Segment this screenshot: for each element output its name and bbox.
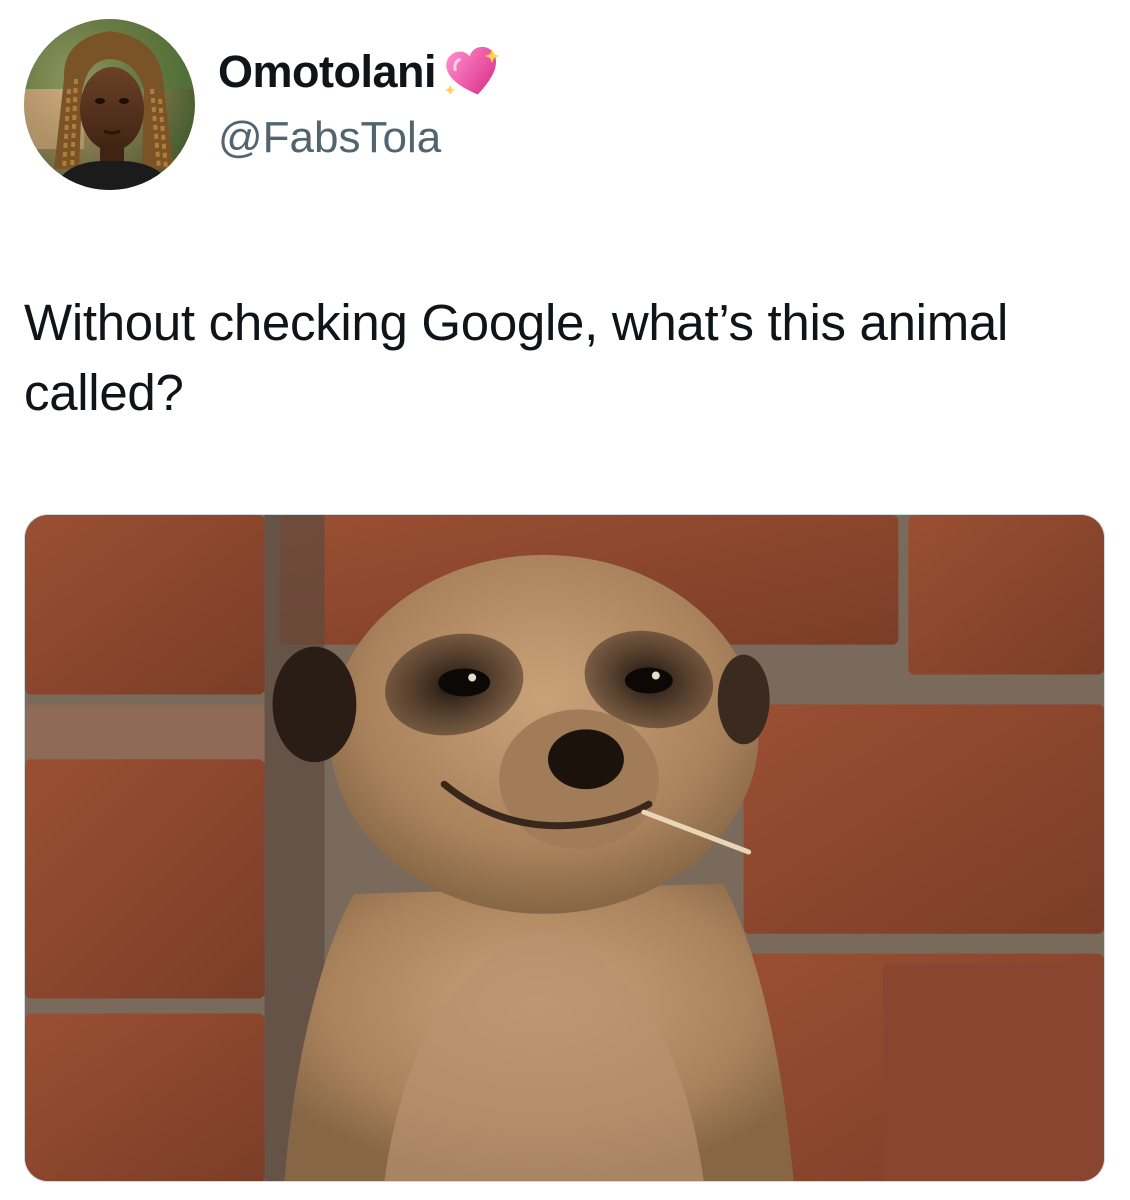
author-display-name[interactable]: Omotolani: [218, 49, 437, 94]
tweet-media[interactable]: [24, 514, 1105, 1182]
author-name-row[interactable]: Omotolani: [218, 40, 502, 102]
profile-photo: [24, 19, 195, 190]
avatar[interactable]: [24, 19, 195, 190]
tweet-text: Without checking Google, what’s this ani…: [24, 294, 1008, 421]
tweet-card: Omotolani @FabsTola Without checking Goo…: [0, 0, 1130, 1200]
author-handle[interactable]: @FabsTola: [218, 116, 441, 160]
meerkat-photo: [25, 515, 1104, 1181]
sparkling-heart-icon: [444, 43, 502, 99]
